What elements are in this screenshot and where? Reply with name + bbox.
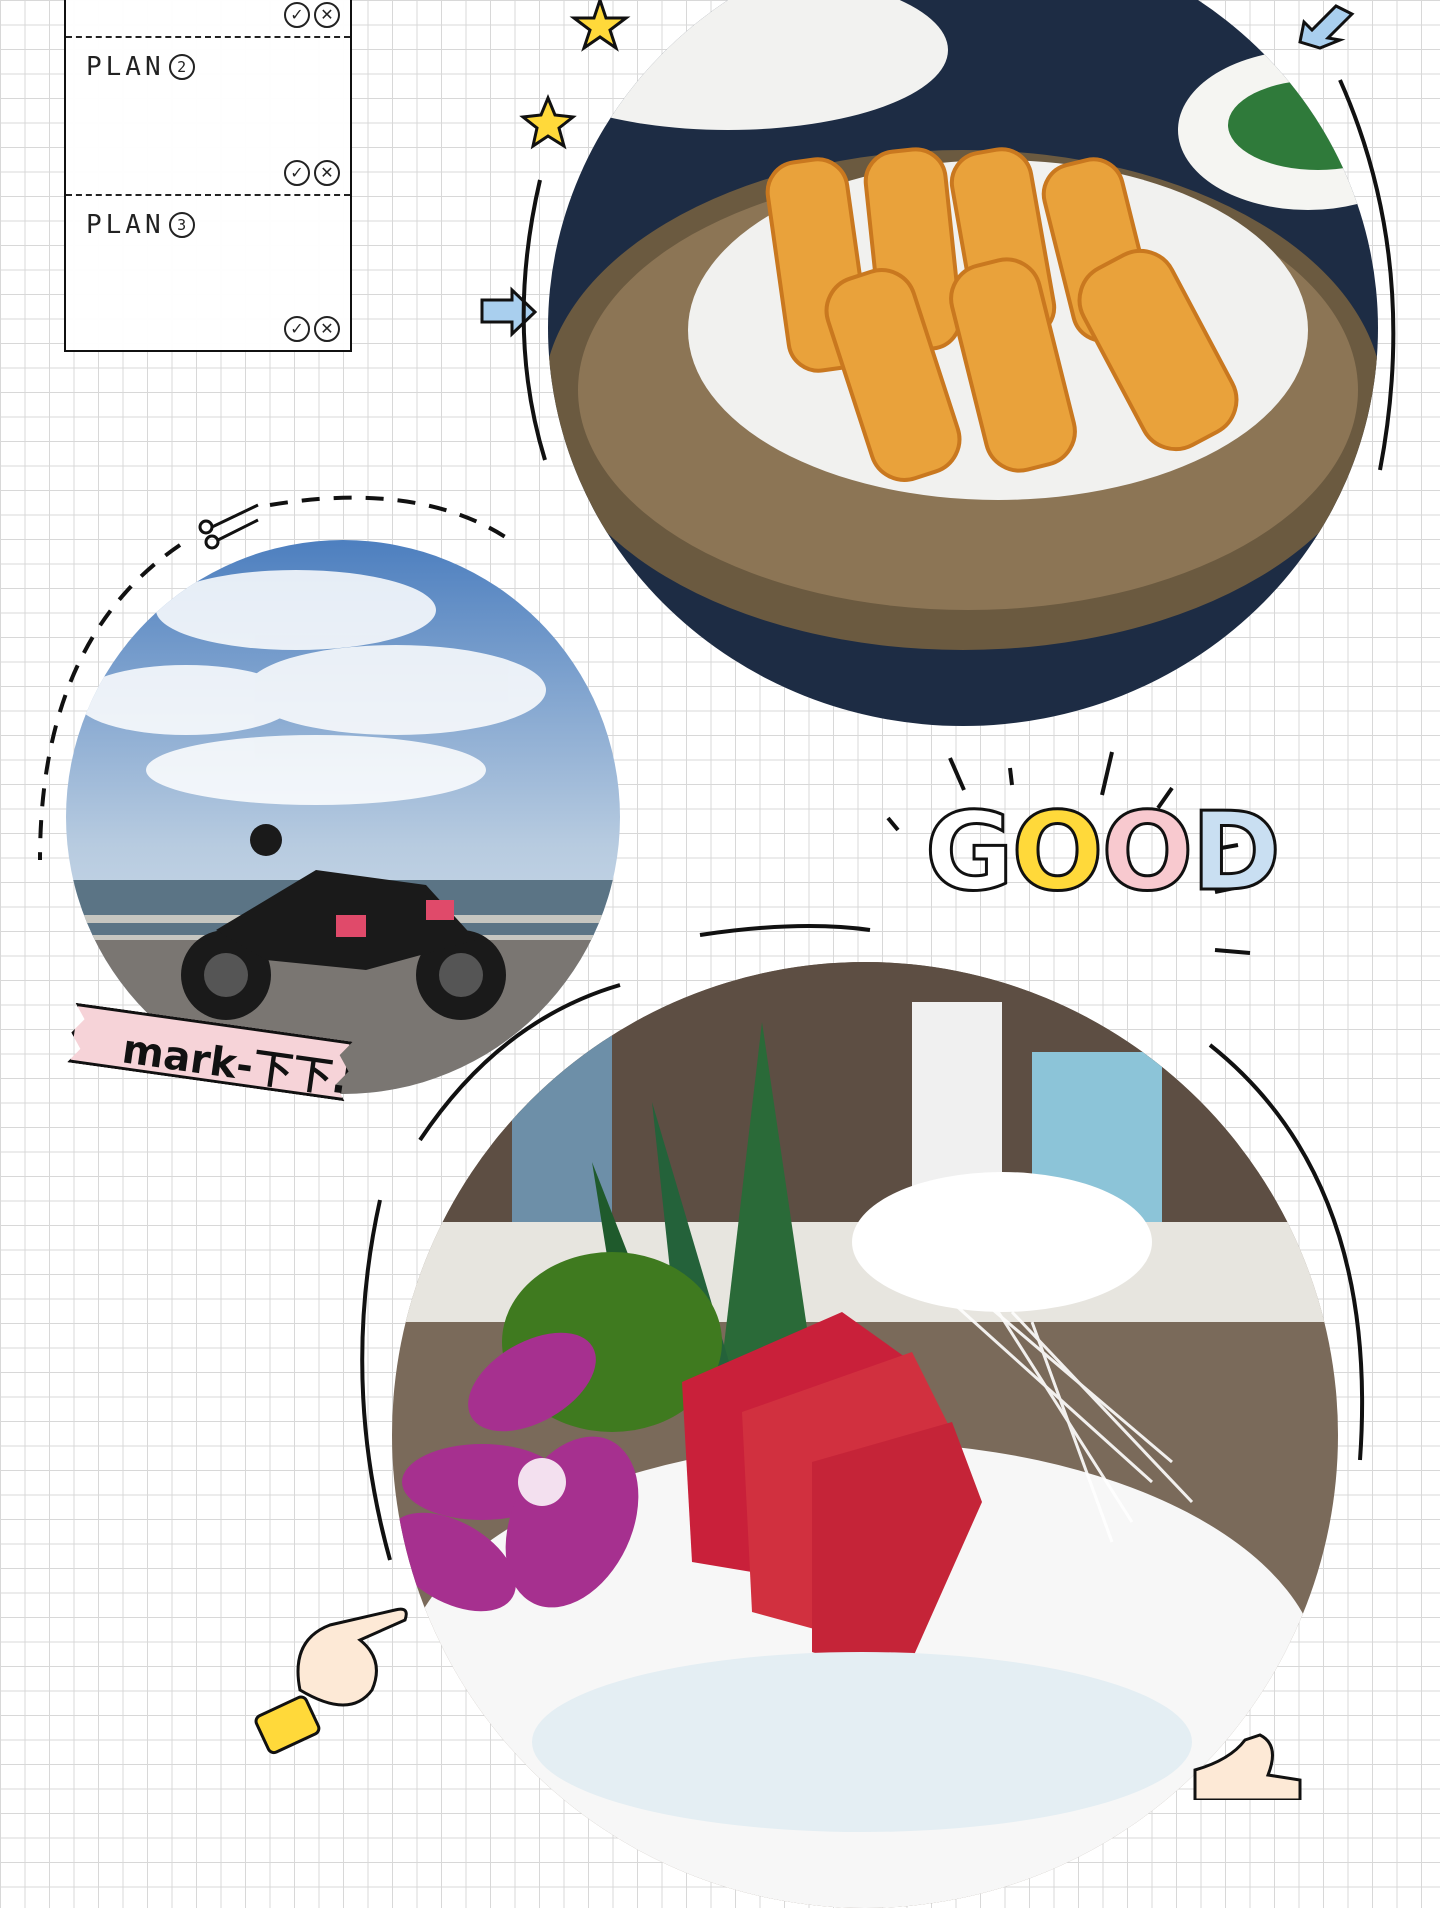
pointing-hand-icon: [254, 1607, 408, 1755]
good-letter-3: O: [1100, 789, 1195, 917]
star-icon: [519, 0, 631, 150]
good-sticker: GOOD: [924, 789, 1283, 917]
good-letter-1: G: [924, 789, 1016, 917]
scissors-icon: [198, 503, 259, 550]
good-letter-2: O: [1010, 789, 1105, 917]
good-letter-4: D: [1190, 789, 1283, 917]
arrow-icon: [480, 4, 1355, 338]
thumbs-up-icon: [1193, 1733, 1302, 1800]
